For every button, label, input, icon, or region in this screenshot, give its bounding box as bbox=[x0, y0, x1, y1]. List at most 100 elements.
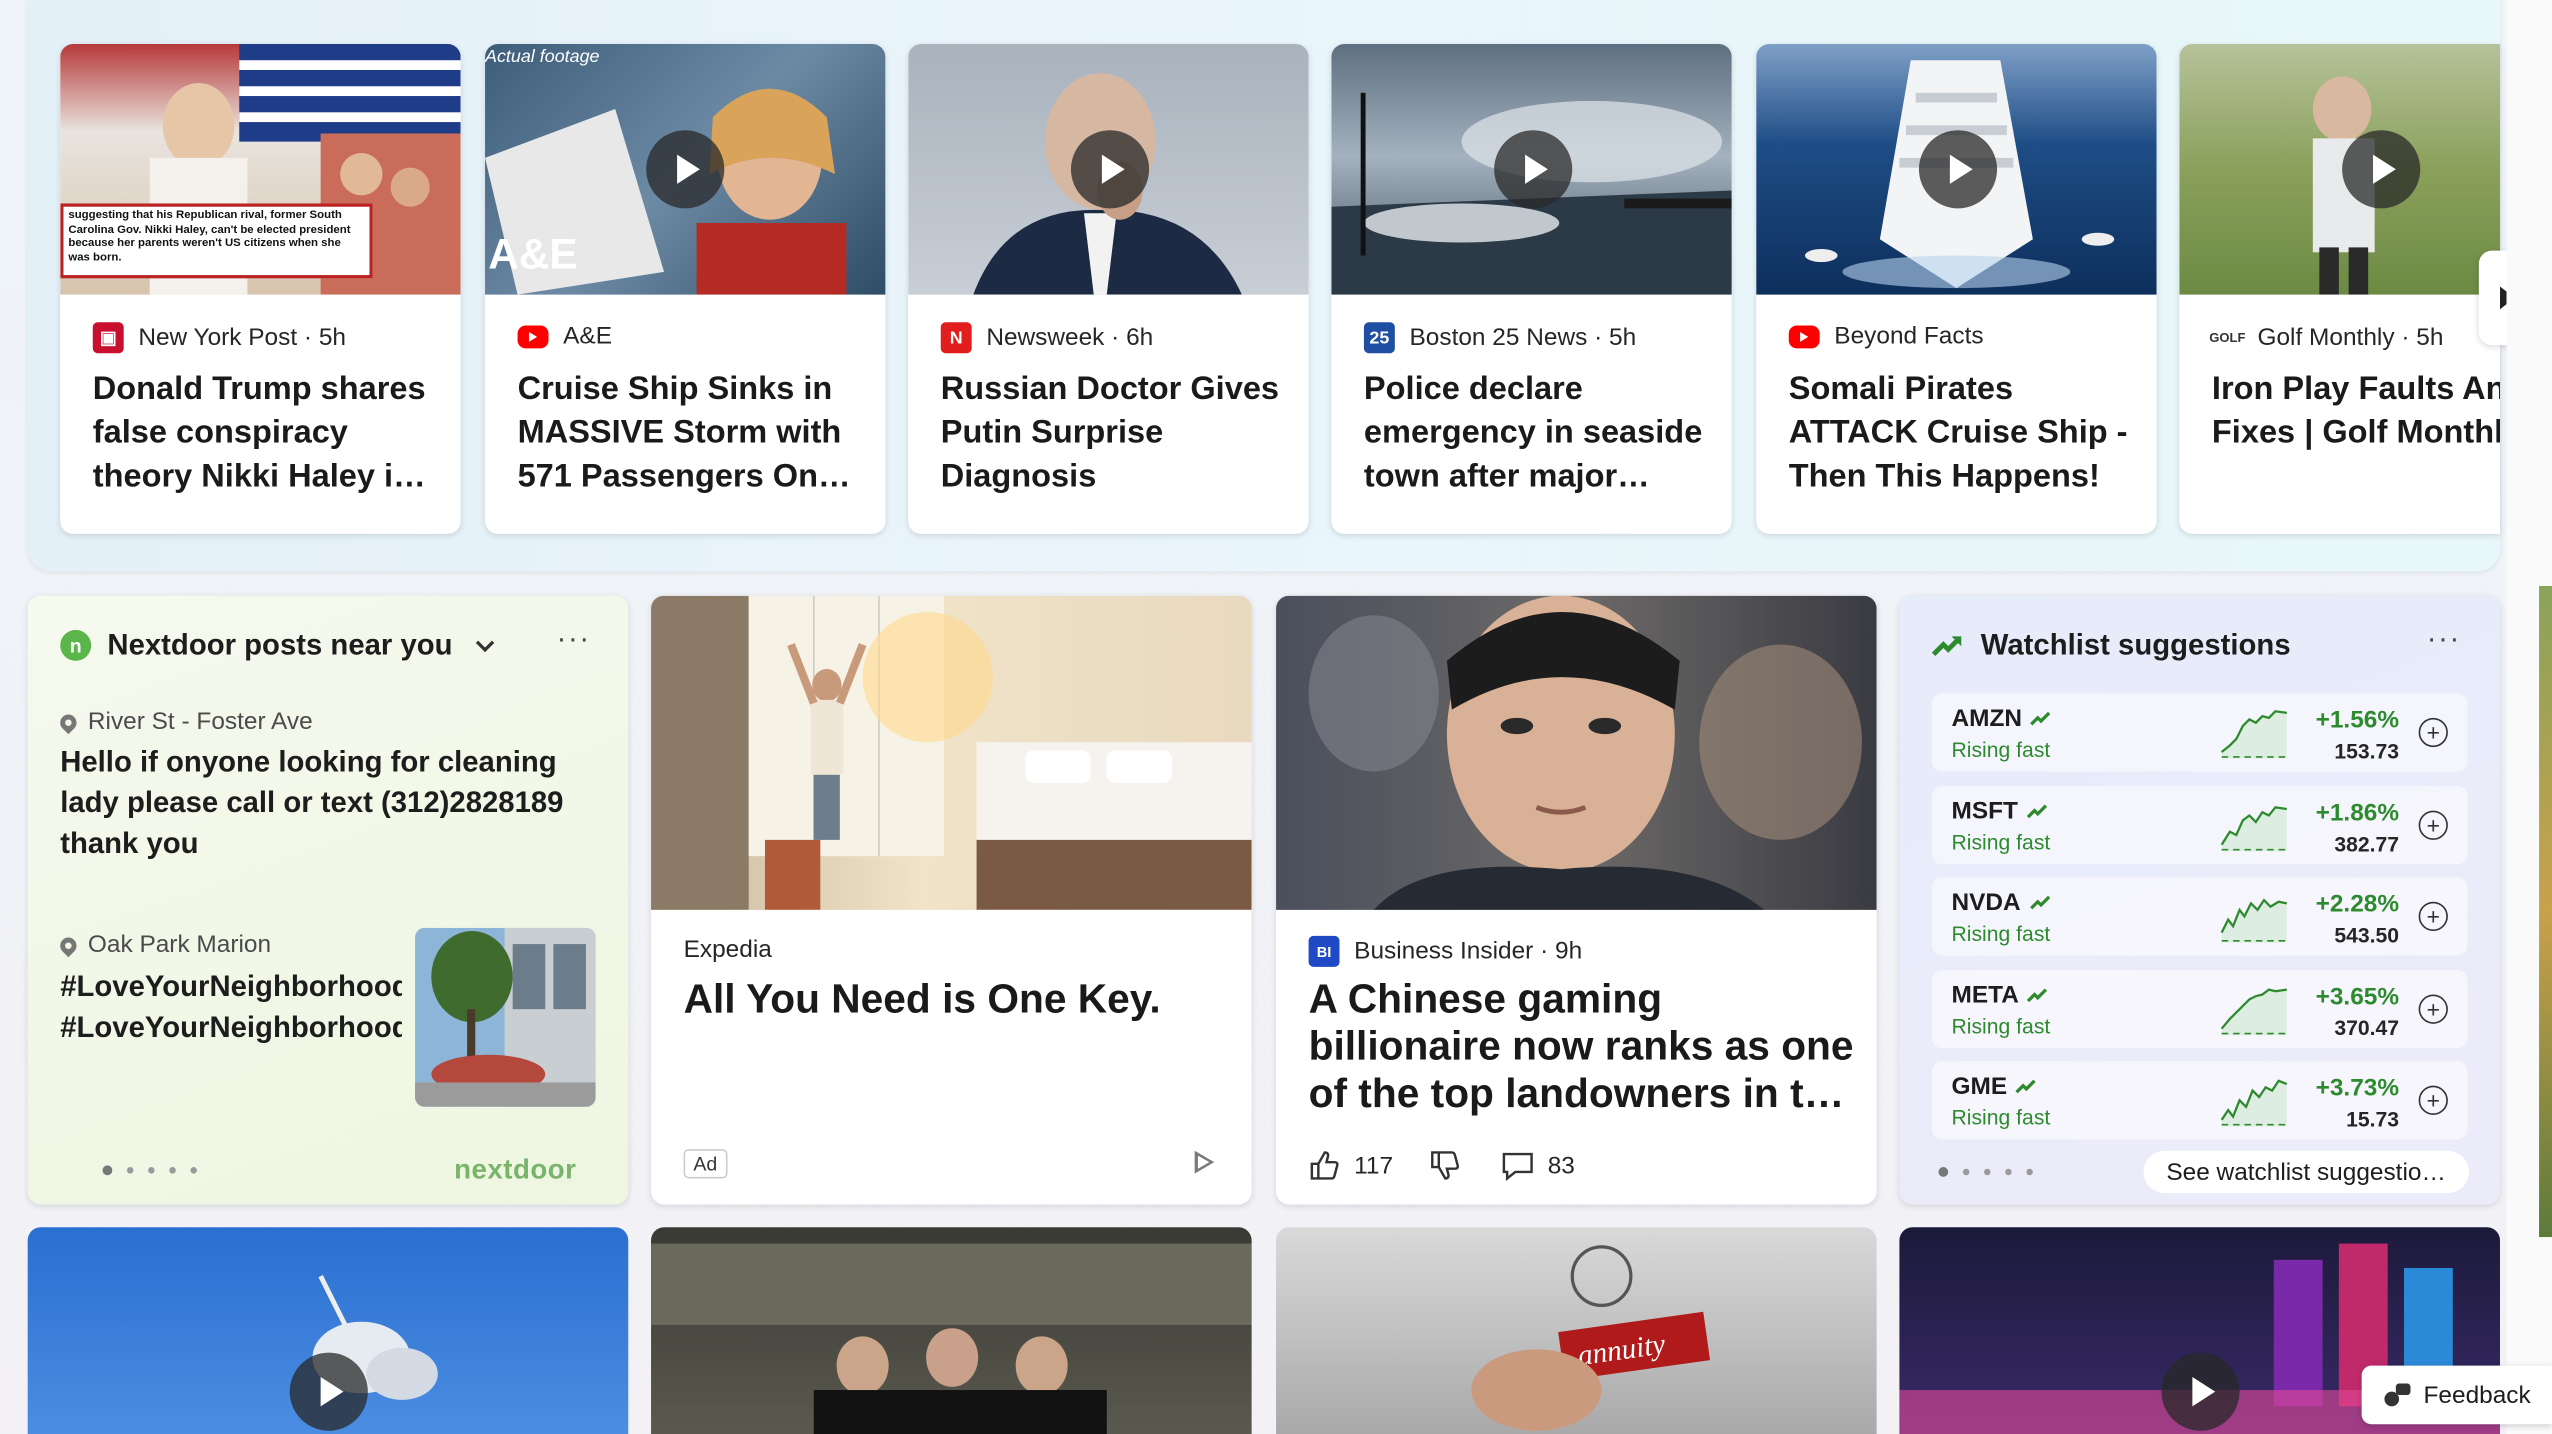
post-thumbnail[interactable] bbox=[415, 927, 596, 1107]
like-button[interactable]: 117 bbox=[1309, 1149, 1393, 1182]
video-card-3[interactable]: N Newsweek · 6h Russian Doctor Gives Puti… bbox=[908, 43, 1309, 534]
trending-up-icon bbox=[1931, 635, 1962, 656]
source-label: Beyond Facts bbox=[1834, 322, 1984, 350]
more-options-icon[interactable]: ··· bbox=[2427, 622, 2461, 656]
nextdoor-title: Nextdoor posts near you bbox=[107, 628, 453, 661]
video-title[interactable]: Cruise Ship Sinks in MASSIVE Storm with … bbox=[518, 368, 866, 500]
comments-button[interactable]: 83 bbox=[1501, 1150, 1575, 1181]
post-location: River St - Foster Ave bbox=[56, 708, 313, 736]
stock-symbol: GME bbox=[1951, 1073, 2038, 1100]
more-options-icon[interactable]: ··· bbox=[557, 622, 591, 656]
news-card-business-insider[interactable]: BI Business Insider · 9h A Chinese gaming… bbox=[1276, 595, 1877, 1205]
video-title[interactable]: Police declare emergency in seaside town… bbox=[1364, 368, 1712, 500]
source-label: Boston 25 News · 5h bbox=[1409, 323, 1637, 352]
carousel-pager[interactable] bbox=[102, 1165, 197, 1176]
watchlist-row[interactable]: META Rising fast +3.65% 370.47 + bbox=[1931, 969, 2468, 1048]
nextdoor-post-2[interactable]: #LoveYourNeighborhood( #LoveYourNeighbor… bbox=[60, 967, 402, 1048]
video-thumbnail bbox=[1331, 43, 1732, 295]
stock-price: 153.73 bbox=[2334, 738, 2400, 764]
feedback-button[interactable]: Feedback bbox=[2361, 1365, 2552, 1425]
video-title[interactable]: Russian Doctor Gives Putin Surprise Diag… bbox=[941, 368, 1289, 500]
chevron-down-icon[interactable] bbox=[475, 632, 495, 652]
watchlist-row[interactable]: MSFT Rising fast +1.86% 382.77 + bbox=[1931, 785, 2468, 864]
video-card-bottom-1[interactable] bbox=[27, 1227, 629, 1434]
add-to-watchlist-button[interactable]: + bbox=[2418, 717, 2448, 748]
add-to-watchlist-button[interactable]: + bbox=[2418, 1085, 2448, 1115]
stock-symbol: META bbox=[1951, 981, 2049, 1008]
source-label: New York Post · 5h bbox=[138, 323, 347, 352]
play-icon[interactable] bbox=[1494, 130, 1573, 209]
ad-title[interactable]: All You Need is One Key. bbox=[684, 977, 1161, 1024]
video-card-4[interactable]: 25 Boston 25 News · 5h Police declare eme… bbox=[1331, 43, 1732, 534]
stock-price: 382.77 bbox=[2334, 830, 2400, 856]
overlay-text: Actual footage bbox=[485, 47, 600, 67]
video-title[interactable]: Somali Pirates ATTACK Cruise Ship - Then… bbox=[1789, 368, 2137, 500]
trending-up-icon bbox=[2030, 711, 2051, 726]
stock-price: 15.73 bbox=[2346, 1106, 2400, 1132]
business-insider-icon: BI bbox=[1308, 935, 1340, 967]
add-to-watchlist-button[interactable]: + bbox=[2418, 901, 2448, 932]
watchlist-card: Watchlist suggestions ··· AMZN Rising fas… bbox=[1899, 595, 2500, 1205]
source-label: A&E bbox=[563, 322, 613, 350]
play-icon[interactable] bbox=[1070, 130, 1150, 209]
boston25-icon: 25 bbox=[1363, 322, 1395, 354]
sparkline-chart bbox=[2220, 805, 2287, 851]
news-card-bottom-2[interactable] bbox=[651, 1227, 1252, 1434]
stock-change: +2.28% bbox=[2315, 890, 2400, 919]
newsweek-icon: N bbox=[940, 322, 972, 354]
location-pin-icon bbox=[56, 710, 80, 734]
location-pin-icon bbox=[56, 933, 80, 957]
video-title[interactable]: Donald Trump shares false conspiracy the… bbox=[93, 368, 441, 500]
background-strip bbox=[2539, 585, 2552, 1238]
watchlist-row[interactable]: NVDA Rising fast +2.28% 543.50 + bbox=[1931, 877, 2468, 956]
video-card-2[interactable]: Actual footage A&E A&E Cruise Ship Sinks… bbox=[485, 43, 886, 534]
nextdoor-brand-logo: nextdoor bbox=[454, 1154, 577, 1185]
add-to-watchlist-button[interactable]: + bbox=[2418, 809, 2448, 840]
ad-badge: Ad bbox=[683, 1149, 728, 1179]
nextdoor-card: n Nextdoor posts near you ··· River St -… bbox=[27, 595, 629, 1205]
news-card-bottom-3[interactable]: annuity bbox=[1276, 1227, 1877, 1434]
video-card-6[interactable]: GOLF Golf Monthly · 5h Iron Play Faults A… bbox=[2179, 43, 2500, 534]
source-label: Golf Monthly · 5h bbox=[2257, 323, 2444, 352]
video-thumbnail bbox=[908, 43, 1309, 295]
video-title[interactable]: Iron Play Faults And Fixes | Golf Monthl… bbox=[2212, 368, 2500, 500]
post-location: Oak Park Marion bbox=[56, 931, 271, 959]
play-icon[interactable] bbox=[2161, 1352, 2240, 1431]
video-card-5[interactable]: Beyond Facts Somali Pirates ATTACK Cruis… bbox=[1756, 43, 2157, 534]
add-to-watchlist-button[interactable]: + bbox=[2418, 993, 2448, 1024]
play-icon[interactable] bbox=[646, 130, 725, 209]
carousel-pager[interactable] bbox=[1938, 1167, 2033, 1177]
sparkline-chart bbox=[2220, 898, 2288, 943]
sparkline-chart bbox=[2220, 987, 2287, 1035]
article-title[interactable]: A Chinese gaming billionaire now ranks a… bbox=[1309, 977, 1854, 1119]
play-icon[interactable] bbox=[289, 1352, 368, 1431]
golfmonthly-icon: GOLF bbox=[2209, 330, 2246, 346]
comment-icon bbox=[1502, 1152, 1533, 1181]
watchlist-row[interactable]: GME Rising fast +3.73% 15.73 + bbox=[1931, 1061, 2468, 1140]
ad-source: Expedia bbox=[683, 935, 772, 964]
trending-up-icon bbox=[2015, 1079, 2036, 1094]
video-thumbnail bbox=[2179, 43, 2500, 295]
video-thumbnail: Actual footage A&E bbox=[485, 43, 886, 295]
ad-choices-icon[interactable] bbox=[1194, 1150, 1215, 1174]
video-card-1[interactable]: suggesting that his Republican rival, fo… bbox=[60, 43, 461, 534]
nextdoor-post-1[interactable]: Hello if onyone looking for cleaning lad… bbox=[60, 742, 563, 864]
newyorkpost-icon: ▣ bbox=[92, 322, 124, 354]
thumbs-up-icon bbox=[1310, 1151, 1339, 1180]
play-icon[interactable] bbox=[2342, 130, 2421, 209]
stock-symbol: NVDA bbox=[1951, 889, 2051, 916]
play-icon[interactable] bbox=[1918, 130, 1998, 209]
see-watchlist-button[interactable]: See watchlist suggestio… bbox=[2143, 1150, 2469, 1194]
stock-change: +1.86% bbox=[2315, 798, 2400, 827]
source-label: Business Insider · 9h bbox=[1354, 937, 1583, 966]
caption-box: suggesting that his Republican rival, fo… bbox=[60, 203, 373, 279]
stock-symbol: MSFT bbox=[1951, 797, 2048, 824]
stock-status: Rising fast bbox=[1951, 737, 2051, 762]
youtube-icon bbox=[517, 324, 549, 348]
feedback-icon bbox=[2384, 1383, 2411, 1407]
watchlist-row[interactable]: AMZN Rising fast +1.56% 153.73 + bbox=[1931, 693, 2468, 772]
watchlist-title: Watchlist suggestions bbox=[1980, 628, 2291, 661]
ad-card[interactable]: Expedia All You Need is One Key. Ad bbox=[651, 595, 1252, 1205]
nextdoor-logo-icon: n bbox=[60, 629, 92, 661]
thumbs-down-icon[interactable] bbox=[1429, 1149, 1462, 1182]
